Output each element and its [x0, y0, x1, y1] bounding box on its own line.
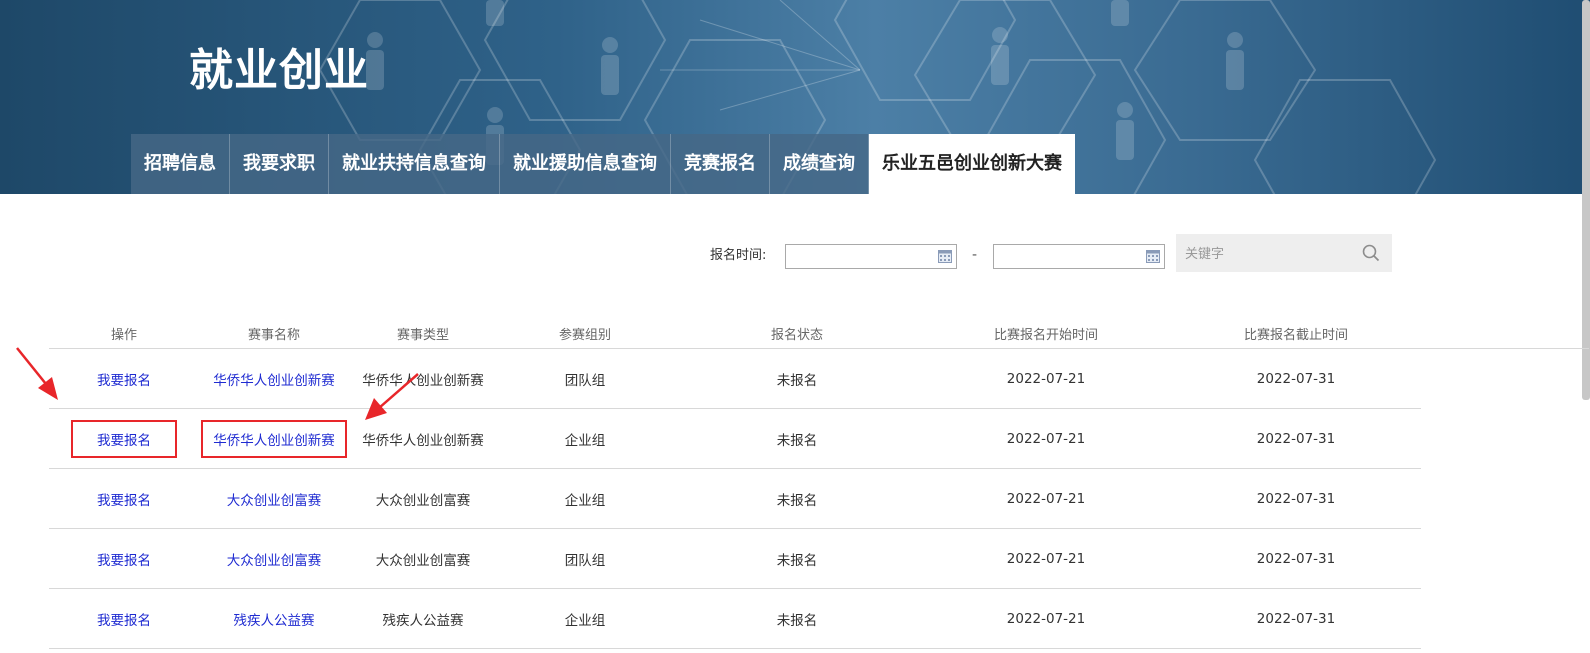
competition-type: 华侨华人创业创新赛: [349, 408, 497, 469]
competition-name-link[interactable]: 残疾人公益赛: [234, 613, 315, 629]
signup-end-date: 2022-07-31: [1171, 408, 1421, 469]
competition-type: 华侨华人创业创新赛: [349, 348, 497, 409]
competition-group: 企业组: [497, 588, 673, 649]
date-start-input[interactable]: [785, 244, 957, 269]
nav-tab-job-seeking[interactable]: 我要求职: [230, 134, 329, 194]
signup-status: 未报名: [673, 528, 921, 589]
nav-tab-competition-signup[interactable]: 竞赛报名: [671, 134, 770, 194]
header-banner: 就业创业 招聘信息 我要求职 就业扶持信息查询 就业援助信息查询 竞赛报名 成绩…: [0, 0, 1590, 194]
main-nav: 招聘信息 我要求职 就业扶持信息查询 就业援助信息查询 竞赛报名 成绩查询 乐业…: [131, 134, 1075, 194]
competition-group: 团队组: [497, 528, 673, 589]
signup-link[interactable]: 我要报名: [97, 373, 151, 389]
calendar-icon[interactable]: [1146, 250, 1160, 263]
nav-tab-employment-support[interactable]: 就业扶持信息查询: [329, 134, 500, 194]
competition-group: 企业组: [497, 468, 673, 529]
signup-link[interactable]: 我要报名: [71, 419, 177, 458]
signup-status: 未报名: [673, 588, 921, 649]
table-row: 我要报名 大众创业创富赛 大众创业创富赛 团队组 未报名 2022-07-21 …: [49, 528, 1589, 589]
signup-status: 未报名: [673, 408, 921, 469]
signup-status: 未报名: [673, 468, 921, 529]
signup-time-label: 报名时间:: [710, 248, 767, 263]
date-end-input[interactable]: [993, 244, 1165, 269]
column-header-name: 赛事名称: [199, 318, 349, 349]
table-row: 我要报名 大众创业创富赛 大众创业创富赛 企业组 未报名 2022-07-21 …: [49, 468, 1589, 529]
site-title: 就业创业: [189, 45, 369, 96]
signup-end-date: 2022-07-31: [1171, 528, 1421, 589]
competition-name-link[interactable]: 大众创业创富赛: [227, 553, 322, 569]
column-header-group: 参赛组别: [497, 318, 673, 349]
keyword-search-box: [1176, 234, 1392, 274]
column-header-action: 操作: [49, 318, 199, 349]
nav-tab-score-query[interactable]: 成绩查询: [770, 134, 869, 194]
competition-table: 操作 赛事名称 赛事类型 参赛组别 报名状态 比赛报名开始时间 比赛报名截止时间…: [49, 318, 1589, 649]
signup-link[interactable]: 我要报名: [97, 493, 151, 509]
signup-link[interactable]: 我要报名: [97, 553, 151, 569]
signup-status: 未报名: [673, 348, 921, 409]
competition-name-link[interactable]: 华侨华人创业创新赛: [201, 419, 347, 458]
competition-group: 企业组: [497, 408, 673, 469]
signup-end-date: 2022-07-31: [1171, 468, 1421, 529]
signup-start-date: 2022-07-21: [921, 408, 1171, 469]
signup-start-date: 2022-07-21: [921, 588, 1171, 649]
competition-type: 大众创业创富赛: [349, 468, 497, 529]
competition-name-link[interactable]: 大众创业创富赛: [227, 493, 322, 509]
nav-tab-recruitment[interactable]: 招聘信息: [131, 134, 230, 194]
table-row: 我要报名 残疾人公益赛 残疾人公益赛 企业组 未报名 2022-07-21 20…: [49, 588, 1589, 649]
keyword-search-input[interactable]: [1176, 234, 1367, 274]
signup-end-date: 2022-07-31: [1171, 348, 1421, 409]
column-header-spacer: [1421, 318, 1589, 349]
nav-tab-employment-aid[interactable]: 就业援助信息查询: [500, 134, 671, 194]
signup-start-date: 2022-07-21: [921, 528, 1171, 589]
calendar-icon[interactable]: [938, 250, 952, 263]
signup-end-date: 2022-07-31: [1171, 588, 1421, 649]
table-row: 我要报名 华侨华人创业创新赛 华侨华人创业创新赛 团队组 未报名 2022-07…: [49, 348, 1589, 409]
column-header-start-time: 比赛报名开始时间: [921, 318, 1171, 349]
signup-link[interactable]: 我要报名: [97, 613, 151, 629]
column-header-end-time: 比赛报名截止时间: [1171, 318, 1421, 349]
competition-type: 大众创业创富赛: [349, 528, 497, 589]
table-header-row: 操作 赛事名称 赛事类型 参赛组别 报名状态 比赛报名开始时间 比赛报名截止时间: [49, 318, 1589, 349]
column-header-type: 赛事类型: [349, 318, 497, 349]
signup-start-date: 2022-07-21: [921, 348, 1171, 409]
table-row: 我要报名 华侨华人创业创新赛 华侨华人创业创新赛 企业组 未报名 2022-07…: [49, 408, 1589, 469]
nav-tab-innovation-contest[interactable]: 乐业五邑创业创新大赛: [869, 134, 1075, 194]
competition-type: 残疾人公益赛: [349, 588, 497, 649]
date-separator: -: [972, 247, 978, 263]
competition-name-link[interactable]: 华侨华人创业创新赛: [213, 373, 335, 389]
column-header-status: 报名状态: [673, 318, 921, 349]
search-icon[interactable]: [1362, 244, 1380, 262]
competition-group: 团队组: [497, 348, 673, 409]
signup-start-date: 2022-07-21: [921, 468, 1171, 529]
